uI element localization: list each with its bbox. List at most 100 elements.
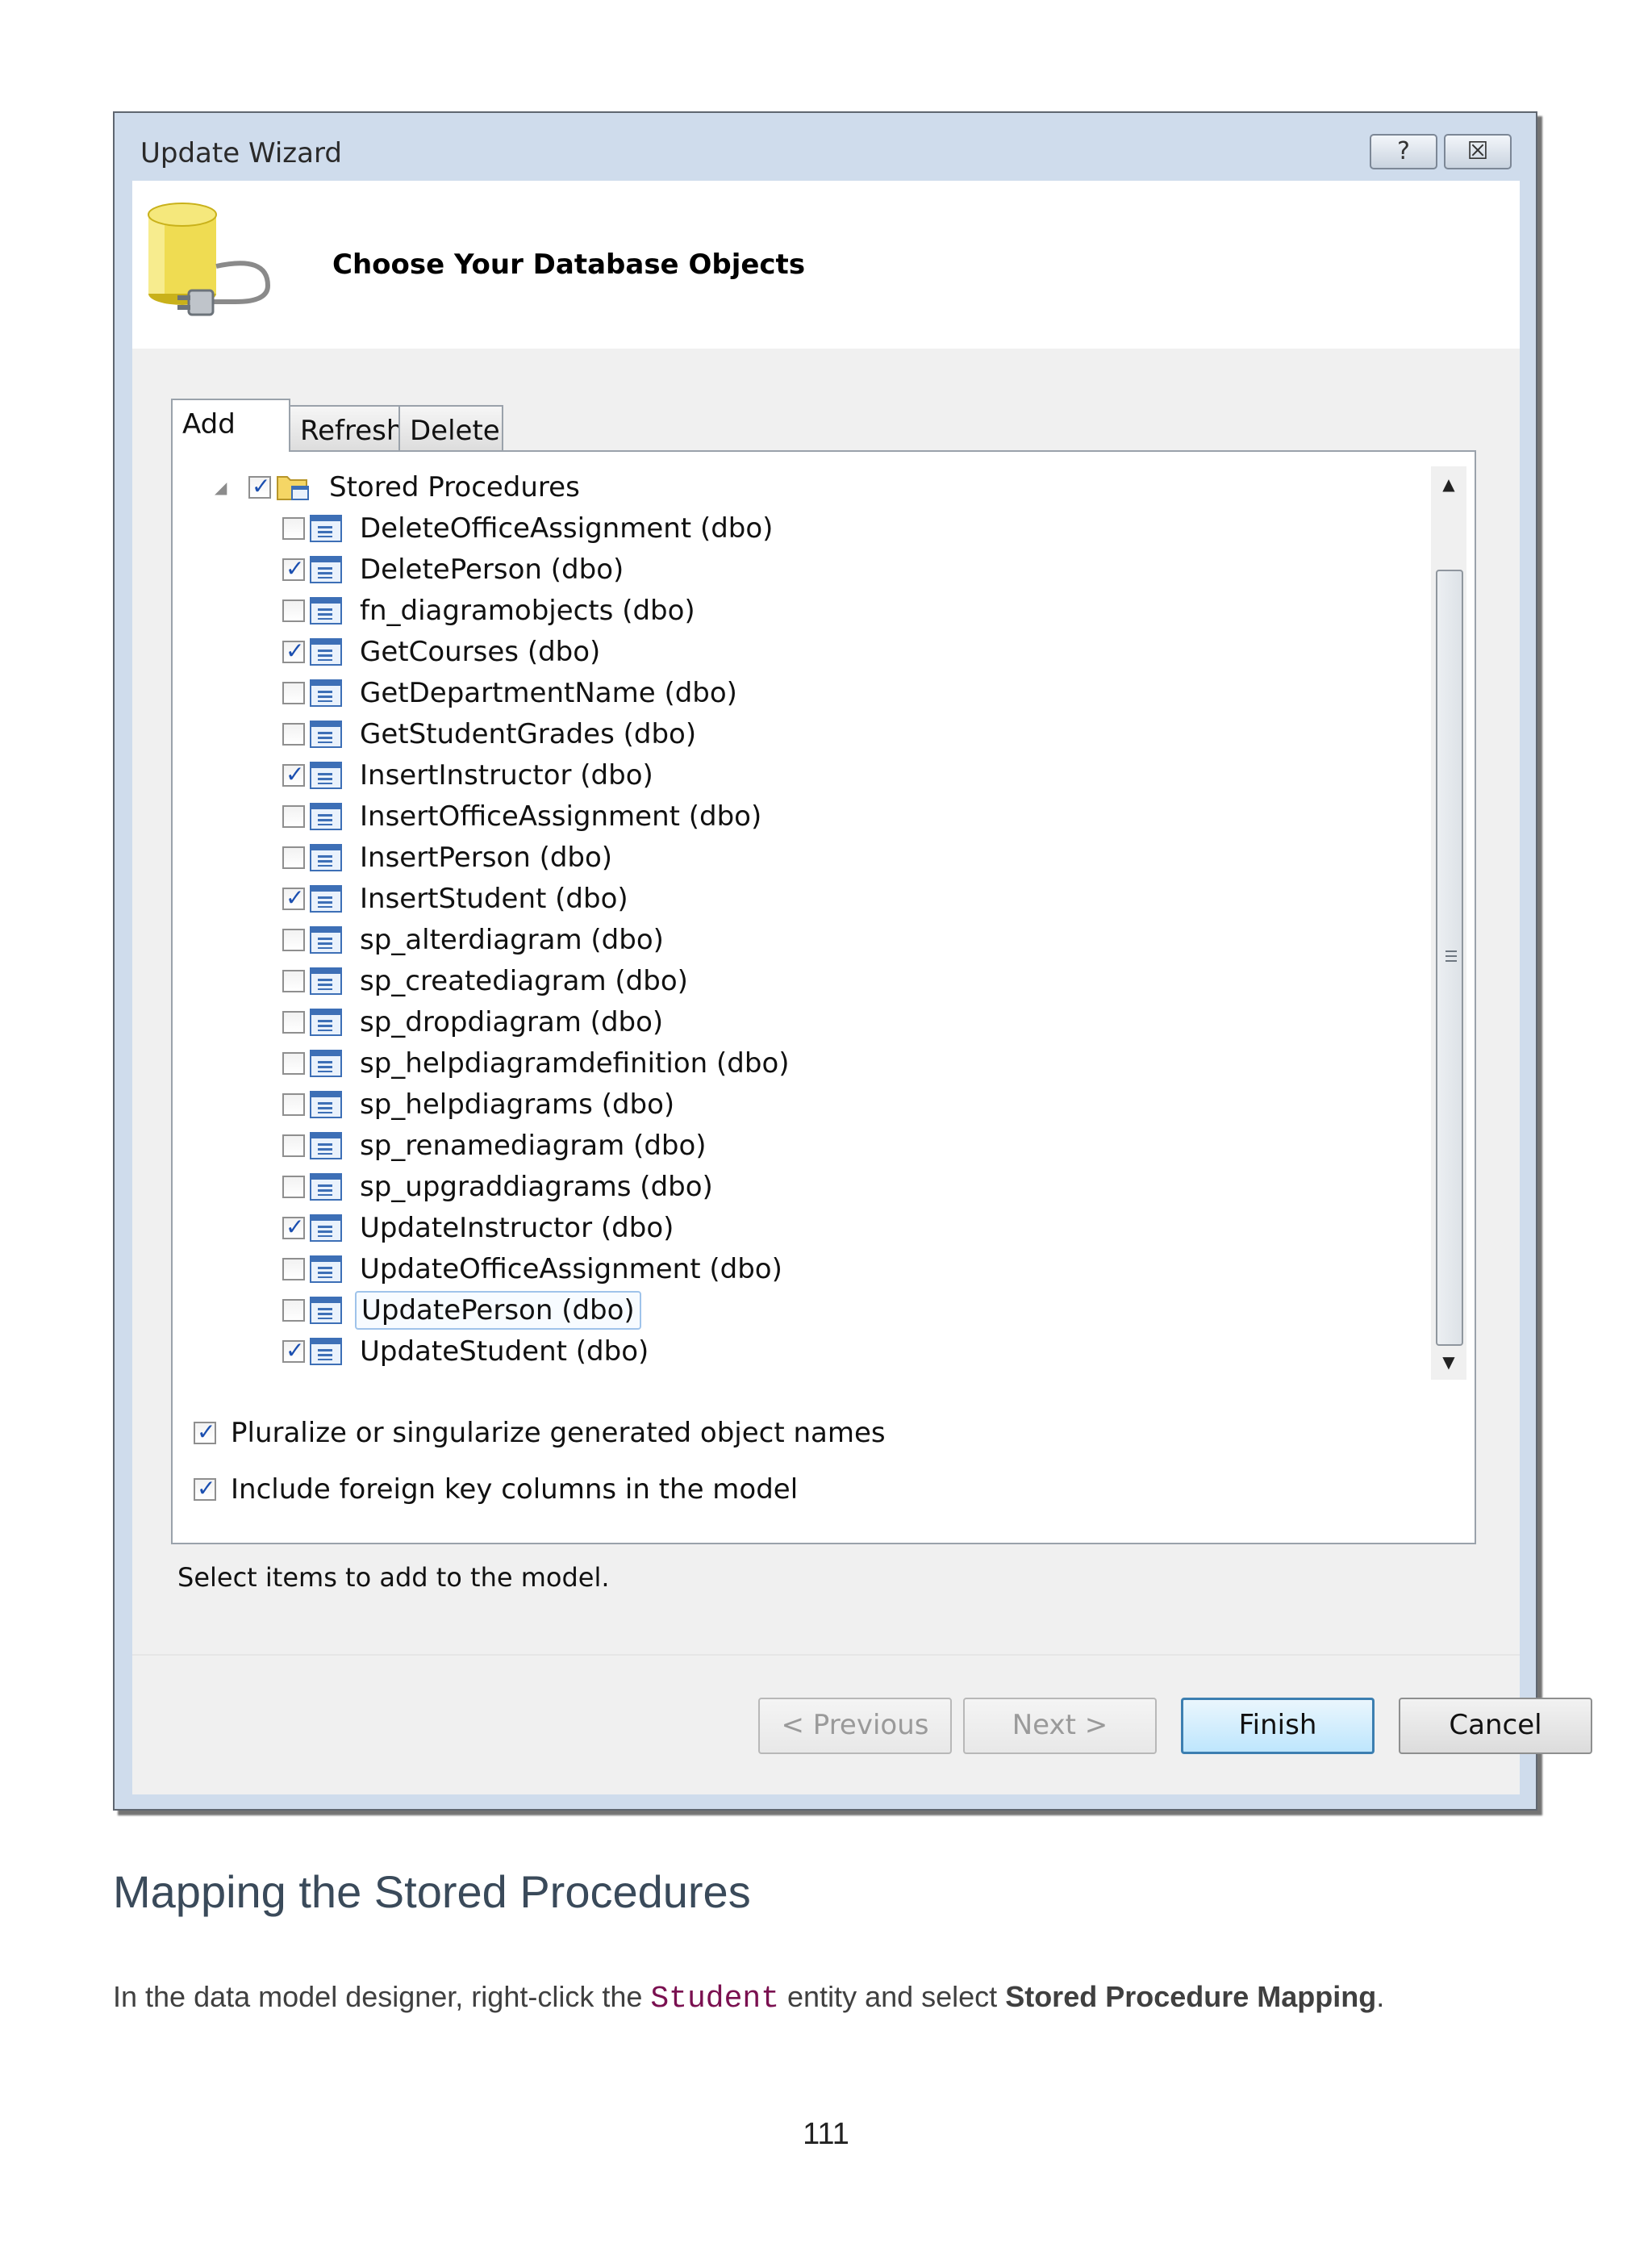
tree-item[interactable]: UpdateOfficeAssignment (dbo) <box>282 1250 787 1289</box>
tree-item[interactable]: GetCourses (dbo) <box>282 633 605 671</box>
tree-item[interactable]: InsertOfficeAssignment (dbo) <box>282 797 766 836</box>
item-checkbox[interactable] <box>282 1134 305 1157</box>
pluralize-label: Pluralize or singularize generated objec… <box>231 1417 886 1449</box>
collapse-arrow-icon[interactable]: ◢ <box>215 479 231 495</box>
item-checkbox[interactable] <box>282 1299 305 1322</box>
database-objects-tree: ◢ Stored Procedures DeleteOfficeAssignme… <box>173 452 1431 1396</box>
stored-procedure-icon <box>310 515 342 542</box>
tree-item[interactable]: sp_creatediagram (dbo) <box>282 962 693 1000</box>
previous-button[interactable]: < Previous <box>758 1698 952 1754</box>
item-checkbox[interactable] <box>282 1258 305 1280</box>
tree-item[interactable]: DeletePerson (dbo) <box>282 550 628 589</box>
tab-refresh[interactable]: Refresh <box>289 405 403 452</box>
tree-item[interactable]: UpdateStudent (dbo) <box>282 1332 653 1371</box>
tree-item-label: InsertInstructor (dbo) <box>360 759 653 792</box>
stored-procedure-icon <box>310 597 342 625</box>
tree-item-label: fn_diagramobjects (dbo) <box>360 595 695 627</box>
window-title: Update Wizard <box>140 137 342 169</box>
scroll-up-icon[interactable]: ▲ <box>1431 466 1466 502</box>
pluralize-checkbox[interactable] <box>194 1418 216 1445</box>
tree-root-stored-procedures[interactable]: ◢ Stored Procedures <box>215 468 585 507</box>
tree-item[interactable]: InsertInstructor (dbo) <box>282 756 658 795</box>
tree-item-label: sp_helpdiagramdefinition (dbo) <box>360 1047 790 1080</box>
scroll-grip-icon <box>1446 950 1457 965</box>
wizard-step-title: Choose Your Database Objects <box>332 249 806 281</box>
item-checkbox[interactable] <box>282 1337 305 1364</box>
tab-delete[interactable]: Delete <box>398 405 503 452</box>
tab-add[interactable]: Add <box>171 399 290 452</box>
tree-item[interactable]: sp_renamediagram (dbo) <box>282 1126 711 1165</box>
tree-item-label: DeletePerson (dbo) <box>360 554 624 586</box>
stored-procedure-icon <box>310 844 342 871</box>
tree-scrollbar[interactable]: ▲ ▼ <box>1431 466 1466 1380</box>
item-checkbox[interactable] <box>282 929 305 951</box>
tree-item[interactable]: sp_helpdiagramdefinition (dbo) <box>282 1044 795 1083</box>
scroll-down-icon[interactable]: ▼ <box>1431 1344 1466 1380</box>
para-text: entity and select <box>779 1980 1006 2013</box>
tree-item[interactable]: GetDepartmentName (dbo) <box>282 674 742 712</box>
item-checkbox[interactable] <box>282 884 305 911</box>
item-checkbox[interactable] <box>282 723 305 746</box>
item-checkbox[interactable] <box>282 761 305 787</box>
item-checkbox[interactable] <box>282 1052 305 1075</box>
foreign-key-option[interactable]: Include foreign key columns in the model <box>194 1473 798 1506</box>
stored-procedure-icon <box>310 803 342 830</box>
scroll-thumb[interactable] <box>1436 570 1463 1346</box>
title-bar[interactable]: Update Wizard ? ☒ <box>115 113 1536 179</box>
item-checkbox[interactable] <box>282 805 305 828</box>
footer-divider <box>132 1654 1520 1656</box>
item-checkbox[interactable] <box>282 517 305 540</box>
stored-procedure-icon <box>310 721 342 748</box>
database-plug-icon <box>148 203 271 316</box>
item-checkbox[interactable] <box>282 637 305 664</box>
item-checkbox[interactable] <box>282 1093 305 1116</box>
tree-item[interactable]: InsertPerson (dbo) <box>282 838 617 877</box>
tree-item[interactable]: UpdateInstructor (dbo) <box>282 1209 678 1247</box>
para-text: . <box>1376 1980 1385 2013</box>
tree-item[interactable]: InsertStudent (dbo) <box>282 879 633 918</box>
item-checkbox[interactable] <box>282 1214 305 1240</box>
stored-procedure-icon <box>310 885 342 913</box>
tree-item-label: UpdateInstructor (dbo) <box>360 1212 674 1244</box>
tree-item[interactable]: DeleteOfficeAssignment (dbo) <box>282 509 778 548</box>
tree-item[interactable]: sp_helpdiagrams (dbo) <box>282 1085 679 1124</box>
tree-item[interactable]: sp_alterdiagram (dbo) <box>282 921 669 959</box>
wizard-header: Choose Your Database Objects <box>132 181 1520 349</box>
help-button[interactable]: ? <box>1370 134 1437 169</box>
tree-item-label: UpdatePerson (dbo) <box>355 1291 641 1330</box>
stored-procedure-icon <box>310 679 342 707</box>
item-checkbox[interactable] <box>282 1011 305 1034</box>
item-checkbox[interactable] <box>282 682 305 704</box>
cancel-button[interactable]: Cancel <box>1399 1698 1592 1754</box>
finish-button[interactable]: Finish <box>1181 1698 1375 1754</box>
tree-item-label: sp_renamediagram (dbo) <box>360 1130 707 1162</box>
tree-item[interactable]: fn_diagramobjects (dbo) <box>282 591 700 630</box>
item-checkbox[interactable] <box>282 970 305 992</box>
tree-item-selected[interactable]: UpdatePerson (dbo) <box>282 1291 641 1330</box>
stored-procedure-icon <box>310 967 342 995</box>
foreign-key-label: Include foreign key columns in the model <box>231 1473 799 1506</box>
tree-item-label: sp_upgraddiagrams (dbo) <box>360 1171 713 1203</box>
tree-item[interactable]: sp_dropdiagram (dbo) <box>282 1003 668 1042</box>
page-number: 111 <box>803 2117 849 2151</box>
stored-procedure-icon <box>310 556 342 583</box>
item-checkbox[interactable] <box>282 599 305 622</box>
tree-item-label: UpdateStudent (dbo) <box>360 1335 649 1368</box>
close-button[interactable]: ☒ <box>1444 134 1512 169</box>
tree-item[interactable]: sp_upgraddiagrams (dbo) <box>282 1168 718 1206</box>
stored-procedure-icon <box>310 1132 342 1159</box>
body-paragraph: In the data model designer, right-click … <box>113 1980 1384 2016</box>
update-wizard-dialog: Update Wizard ? ☒ Choose Your Database O… <box>113 111 1592 1811</box>
root-checkbox[interactable] <box>248 473 271 499</box>
tree-item-label: InsertPerson (dbo) <box>360 842 613 874</box>
tree-item-label: InsertOfficeAssignment (dbo) <box>360 800 762 833</box>
tree-item-label: sp_creatediagram (dbo) <box>360 965 688 997</box>
item-checkbox[interactable] <box>282 555 305 582</box>
section-heading: Mapping the Stored Procedures <box>113 1866 751 1917</box>
item-checkbox[interactable] <box>282 1176 305 1198</box>
item-checkbox[interactable] <box>282 846 305 869</box>
pluralize-option[interactable]: Pluralize or singularize generated objec… <box>194 1417 886 1449</box>
next-button[interactable]: Next > <box>963 1698 1157 1754</box>
foreign-key-checkbox[interactable] <box>194 1475 216 1502</box>
tree-item[interactable]: GetStudentGrades (dbo) <box>282 715 701 754</box>
